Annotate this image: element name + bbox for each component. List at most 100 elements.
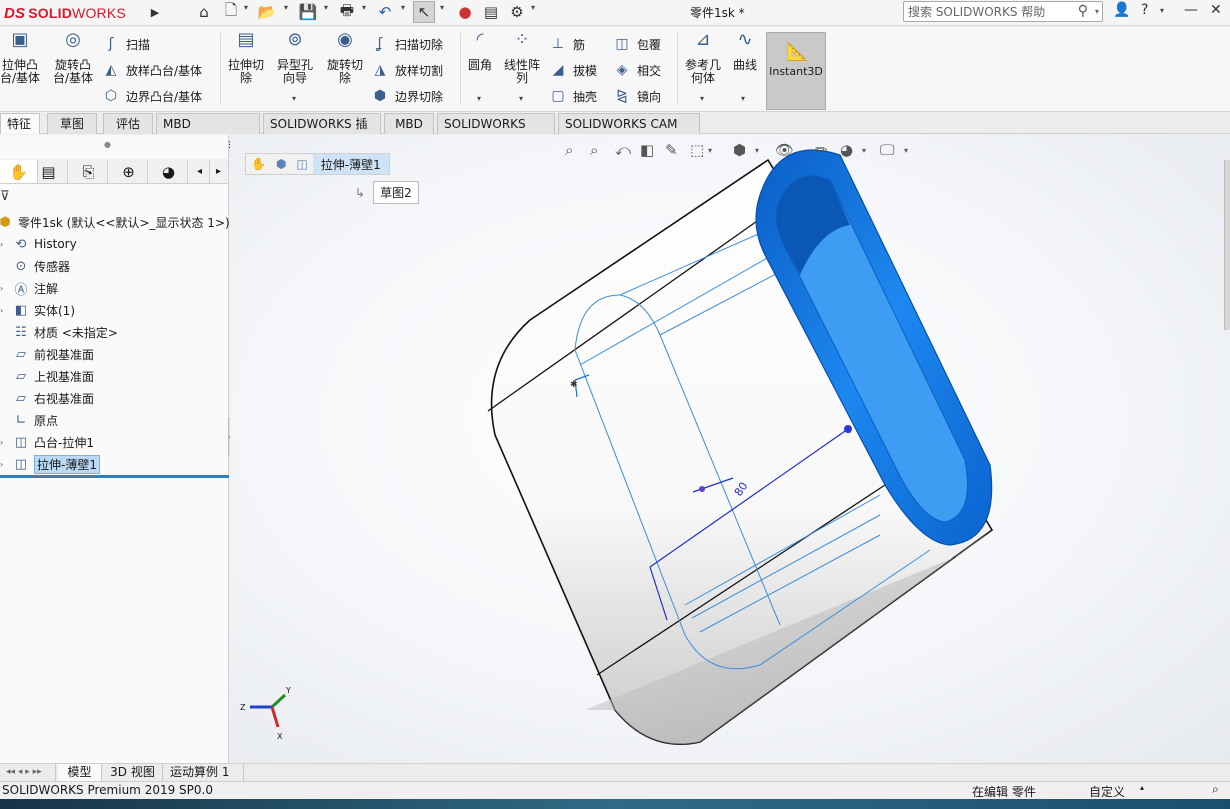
hole-wizard-dropdown-icon[interactable]: ▾ xyxy=(292,94,296,103)
hole-wizard-button[interactable]: ⊚ 异型孔向导 xyxy=(272,31,318,85)
tree-item-material[interactable]: ☷ 材质 <未指定> xyxy=(0,321,118,343)
fillet-button[interactable]: ◜ 圆角 xyxy=(463,31,497,72)
expand-icon[interactable]: › xyxy=(0,460,10,469)
reference-geometry-button[interactable]: ⊿ 参考几何体 xyxy=(681,31,725,85)
close-icon[interactable]: ✕ xyxy=(1210,2,1222,18)
tree-item-thin-extrude1[interactable]: › ◫ 拉伸-薄壁1 xyxy=(0,453,100,475)
apply-scene-dropdown-icon[interactable]: ▾ xyxy=(862,146,866,155)
extrude-boss-button[interactable]: ▣ 拉伸凸台/基体 xyxy=(0,31,44,85)
breadcrumb-part-icon[interactable]: ✋ xyxy=(246,157,271,171)
help-icon[interactable]: ? xyxy=(1141,2,1148,18)
sweep-cut-button[interactable]: ʆ 扫描切除 xyxy=(371,33,443,55)
save-icon[interactable]: 💾 xyxy=(297,1,319,23)
select-pointer-icon[interactable]: ↖ xyxy=(413,1,435,23)
instant3d-button[interactable]: 📐 Instant3D xyxy=(766,32,826,110)
revolve-boss-button[interactable]: ◎ 旋转凸台/基体 xyxy=(48,31,98,85)
view-settings-dropdown-icon[interactable]: ▾ xyxy=(904,146,908,155)
save-dropdown-icon[interactable]: ▾ xyxy=(324,3,328,12)
hide-show-items-icon[interactable]: 👁 xyxy=(775,141,794,159)
tab-motion-study[interactable]: 运动算例 1 xyxy=(164,764,244,782)
reference-geometry-dropdown-icon[interactable]: ▾ xyxy=(700,94,704,103)
open-folder-icon[interactable]: 📂 xyxy=(256,1,278,23)
apply-scene-icon[interactable]: ◕ xyxy=(840,141,853,159)
home-icon[interactable]: ⌂ xyxy=(193,1,215,23)
property-manager-tab-icon[interactable]: ▤ xyxy=(30,160,68,183)
display-style-icon[interactable]: ⬢ xyxy=(733,141,746,159)
tab-features[interactable]: 特征 xyxy=(0,113,40,134)
new-dropdown-icon[interactable]: ▾ xyxy=(244,3,248,12)
display-manager-tab-icon[interactable]: ◕ xyxy=(150,160,188,183)
tree-item-solid-bodies[interactable]: › ◧ 实体(1) xyxy=(0,299,75,321)
expand-icon[interactable]: › xyxy=(0,438,10,447)
tree-item-front-plane[interactable]: ▱ 前视基准面 xyxy=(0,343,94,365)
intersect-button[interactable]: ◈ 相交 xyxy=(613,59,661,81)
dynamic-annotation-icon[interactable]: ✎ xyxy=(665,141,678,159)
view-orientation-icon[interactable]: ⬚ xyxy=(690,141,704,159)
help-search-input[interactable]: 搜索 SOLIDWORKS 帮助 ⚲ ▾ xyxy=(903,1,1103,22)
tree-item-boss-extrude1[interactable]: › ◫ 凸台-拉伸1 xyxy=(0,431,94,453)
mirror-button[interactable]: ⧎ 镜向 xyxy=(613,85,661,107)
new-document-icon[interactable]: 🗋 xyxy=(220,1,242,23)
sweep-button[interactable]: ʃ 扫描 xyxy=(102,33,150,55)
breadcrumb-feature-icon[interactable]: ◫ xyxy=(291,157,312,171)
loft-cut-button[interactable]: ◮ 放样切割 xyxy=(371,59,443,81)
tab-mbd-dimensions[interactable]: MBD Dimensions xyxy=(156,113,260,151)
previous-view-icon[interactable]: ⤺ xyxy=(615,141,631,159)
tree-root-part[interactable]: ⬢ 零件1sk (默认<<默认>_显示状态 1>) xyxy=(0,211,230,233)
tab-evaluate[interactable]: 评估 xyxy=(103,113,153,134)
linear-pattern-button[interactable]: ⁘ 线性阵列 xyxy=(500,31,544,85)
help-dropdown-icon[interactable]: ▾ xyxy=(1160,6,1164,15)
linear-pattern-dropdown-icon[interactable]: ▾ xyxy=(519,94,523,103)
display-style-dropdown-icon[interactable]: ▾ xyxy=(755,146,759,155)
draft-button[interactable]: ◢ 拔模 xyxy=(549,59,597,81)
filter-icon[interactable]: ⊽ xyxy=(0,189,10,204)
tab-solidworks-cam-tbm[interactable]: SOLIDWORKS CAM TBM xyxy=(558,113,700,151)
user-icon[interactable]: 👤 xyxy=(1113,2,1130,18)
print-dropdown-icon[interactable]: ▾ xyxy=(362,3,366,12)
shell-button[interactable]: ▢ 抽壳 xyxy=(549,85,597,107)
tab-scroll-arrows-icon[interactable]: ◂◂ ◂ ▸ ▸▸ xyxy=(0,764,56,782)
rebuild-status-icon[interactable]: ⌕ xyxy=(1212,782,1219,797)
curves-dropdown-icon[interactable]: ▾ xyxy=(741,94,745,103)
breadcrumb-active-feature[interactable]: 拉伸-薄壁1 xyxy=(312,154,389,174)
solidworks-logo[interactable]: DS SOLID WORKS xyxy=(4,2,126,24)
select-dropdown-icon[interactable]: ▾ xyxy=(440,3,444,12)
section-view-icon[interactable]: ◧ xyxy=(640,141,654,159)
undo-icon[interactable]: ↶ xyxy=(374,1,396,23)
tree-item-annotations[interactable]: › Ⓐ 注解 xyxy=(0,277,58,299)
model-view[interactable]: 80 ✱ Y Z X xyxy=(230,135,1230,765)
options-dropdown-icon[interactable]: ▾ xyxy=(531,3,535,12)
loft-boss-button[interactable]: ◭ 放样凸台/基体 xyxy=(102,59,202,81)
breadcrumb-body-icon[interactable]: ⬢ xyxy=(271,157,291,171)
tab-solidworks-cam[interactable]: SOLIDWORKS CAM xyxy=(437,113,555,151)
search-dropdown-icon[interactable]: ▾ xyxy=(1095,7,1099,16)
print-icon[interactable]: 🖶 xyxy=(336,1,358,23)
tab-3d-view[interactable]: 3D 视图 xyxy=(103,764,163,782)
open-dropdown-icon[interactable]: ▾ xyxy=(284,3,288,12)
extrude-cut-button[interactable]: ▤ 拉伸切除 xyxy=(224,31,268,85)
tree-item-top-plane[interactable]: ▱ 上视基准面 xyxy=(0,365,94,387)
graphics-area[interactable]: 80 ✱ Y Z X ✋ ⬢ ◫ 拉伸-薄壁1 ↳ 草图2 ⌕ ⌕ ⤺ ◧ ✎ … xyxy=(230,135,1230,765)
tab-scroll-left-icon[interactable]: ◂ xyxy=(190,160,210,183)
expand-arrow-icon[interactable]: ▶ xyxy=(144,1,166,23)
undo-dropdown-icon[interactable]: ▾ xyxy=(401,3,405,12)
rib-button[interactable]: ⊥ 筋 xyxy=(549,33,585,55)
task-pane-tab-strip[interactable] xyxy=(1224,160,1230,330)
dimxpert-tab-icon[interactable]: ⊕ xyxy=(110,160,148,183)
wrap-button[interactable]: ◫ 包覆 xyxy=(613,33,661,55)
view-orientation-dropdown-icon[interactable]: ▾ xyxy=(708,146,712,155)
boundary-boss-button[interactable]: ⬡ 边界凸台/基体 xyxy=(102,85,202,107)
sketch-point[interactable] xyxy=(699,486,705,492)
fillet-dropdown-icon[interactable]: ▾ xyxy=(477,94,481,103)
expand-icon[interactable]: › xyxy=(0,240,10,249)
boundary-cut-button[interactable]: ⬢ 边界切除 xyxy=(371,85,443,107)
expand-icon[interactable]: › xyxy=(0,284,10,293)
curves-button[interactable]: ∿ 曲线 xyxy=(729,31,761,72)
tree-item-history[interactable]: › ⟲ History xyxy=(0,233,77,255)
tree-item-right-plane[interactable]: ▱ 右视基准面 xyxy=(0,387,94,409)
search-icon[interactable]: ⚲ xyxy=(1078,3,1088,19)
tab-sketch[interactable]: 草图 xyxy=(47,113,97,134)
revolve-cut-button[interactable]: ◉ 旋转切除 xyxy=(322,31,368,85)
view-settings-icon[interactable]: 🖵 xyxy=(880,141,894,159)
tab-scroll-right-icon[interactable]: ▸ xyxy=(209,160,229,183)
